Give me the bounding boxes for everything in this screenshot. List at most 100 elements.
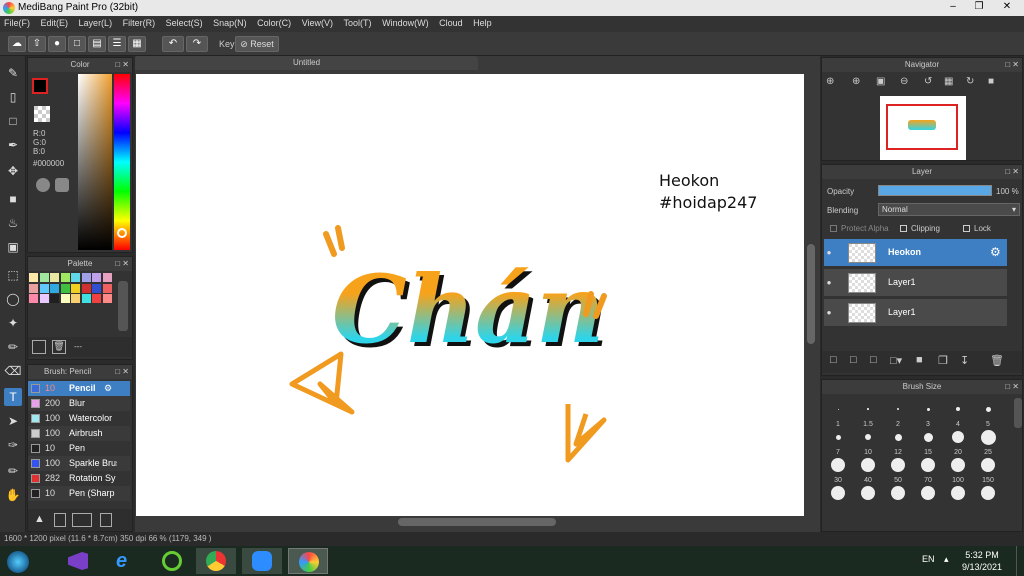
brush-size-option[interactable]: [831, 486, 845, 500]
menu-select[interactable]: Select(S): [162, 16, 207, 30]
merge-layer-icon[interactable]: ↧: [960, 354, 969, 367]
palette-swatch[interactable]: [39, 283, 49, 293]
brush-size-option[interactable]: [867, 408, 869, 410]
brush-size-option[interactable]: [921, 486, 935, 500]
brush-size-option[interactable]: [923, 432, 933, 442]
lock-checkbox[interactable]: [963, 225, 970, 232]
flip-icon[interactable]: ▦: [944, 76, 953, 87]
close-icon[interactable]: □ ✕: [1005, 58, 1019, 72]
palette-swatch[interactable]: [81, 294, 91, 303]
select-eraser-tool-icon[interactable]: ⌫: [4, 362, 22, 380]
menu-view[interactable]: View(V): [298, 16, 337, 30]
brush-size-option[interactable]: [926, 407, 930, 411]
brush-size-option[interactable]: [891, 486, 905, 500]
document-tab[interactable]: Untitled: [135, 56, 478, 70]
menu-snap[interactable]: Snap(N): [209, 16, 251, 30]
close-icon[interactable]: □ ✕: [115, 58, 129, 72]
medibang-taskbar-icon[interactable]: [288, 548, 328, 574]
palette-swatch[interactable]: [29, 283, 38, 293]
gear-icon[interactable]: ⚙: [990, 245, 1001, 259]
menu-layer[interactable]: Layer(L): [75, 16, 117, 30]
gear-icon[interactable]: ⚙: [104, 381, 112, 396]
lasso-tool-icon[interactable]: ◯: [4, 290, 22, 308]
brush-size-option[interactable]: [891, 458, 905, 472]
brush-size-option[interactable]: [985, 406, 991, 412]
navigator-thumbnail[interactable]: [880, 96, 966, 160]
zoom-out-icon[interactable]: ⊖: [900, 76, 908, 87]
palette-swatch[interactable]: [81, 283, 91, 293]
brush-size-option[interactable]: [837, 408, 839, 410]
brush-options-icon[interactable]: [72, 513, 92, 527]
clock[interactable]: 5:32 PM 9/13/2021: [958, 549, 1006, 573]
menu-file[interactable]: File(F): [0, 16, 34, 30]
palette-swatch[interactable]: [39, 294, 49, 303]
shape-tool-icon[interactable]: □: [4, 112, 22, 130]
duplicate-layer-icon[interactable]: ❐: [938, 354, 948, 367]
layer-row[interactable]: ● Layer1: [824, 299, 1007, 327]
undo-button[interactable]: ↶: [162, 36, 184, 52]
trash-icon[interactable]: 🗑: [990, 354, 1004, 367]
palette-swatch[interactable]: [92, 273, 101, 282]
blending-select[interactable]: Normal ▾: [878, 203, 1020, 216]
protect-alpha-checkbox[interactable]: [830, 225, 837, 232]
palette-swatch[interactable]: [92, 294, 101, 303]
palette-swatch[interactable]: [29, 273, 38, 282]
palette-swatch[interactable]: [60, 273, 70, 282]
eye-icon[interactable]: ●: [823, 269, 835, 297]
gradient-tool-icon[interactable]: ▣: [4, 238, 22, 256]
document-canvas[interactable]: Heokon #hoidap247 Chán Chán: [136, 74, 804, 516]
grid-icon[interactable]: ▦: [128, 36, 146, 52]
horizontal-scroll-thumb[interactable]: [398, 518, 556, 526]
menu-edit[interactable]: Edit(E): [37, 16, 73, 30]
brush-list-item[interactable]: 100 Airbrush: [28, 426, 130, 441]
cloud-icon[interactable]: ☁: [8, 36, 26, 52]
move-tool-icon[interactable]: ✥: [4, 162, 22, 180]
palette-swatch[interactable]: [60, 294, 70, 303]
brush-list-item[interactable]: 200 Blur: [28, 396, 130, 411]
new-brush-icon[interactable]: [54, 513, 66, 527]
zoom-app-icon[interactable]: [242, 548, 282, 574]
fit-icon[interactable]: ▣: [876, 76, 885, 87]
brush-size-option[interactable]: [981, 458, 995, 472]
brush-size-option[interactable]: [981, 486, 995, 500]
list-icon[interactable]: ☰: [108, 36, 126, 52]
brush-list-item[interactable]: 100 Sparkle Brus: [28, 456, 130, 471]
palette-swatch[interactable]: [92, 283, 101, 293]
text-tool-icon[interactable]: T: [4, 388, 22, 406]
brush-size-option[interactable]: [921, 458, 935, 472]
minimize-button[interactable]: –: [940, 0, 966, 14]
brush-tool-icon[interactable]: ✎: [4, 64, 22, 82]
menu-cloud[interactable]: Cloud: [435, 16, 467, 30]
brush-size-option[interactable]: [865, 434, 871, 440]
color-settings-icon[interactable]: [55, 178, 69, 192]
reset-button[interactable]: ⊘ Reset: [235, 36, 279, 52]
share-icon[interactable]: ⇧: [28, 36, 46, 52]
add-layer-menu-icon[interactable]: □▾: [890, 354, 902, 367]
maximize-button[interactable]: ❐: [966, 0, 992, 14]
brush-list-item[interactable]: 10 Pencil ⚙: [28, 381, 130, 396]
brush-size-option[interactable]: [894, 433, 902, 441]
hue-slider[interactable]: [114, 74, 130, 250]
brush-size-option[interactable]: [951, 486, 965, 500]
select-pen-tool-icon[interactable]: ✏: [4, 338, 22, 356]
palette-swatch[interactable]: [60, 283, 70, 293]
opacity-slider[interactable]: [878, 185, 992, 196]
brush-list-item[interactable]: 100 Watercolor: [28, 411, 130, 426]
brush-size-option[interactable]: [980, 429, 996, 445]
brush-size-option[interactable]: [897, 408, 899, 410]
palette-swatch[interactable]: [71, 273, 80, 282]
visual-studio-icon[interactable]: [58, 548, 98, 574]
new-palette-icon[interactable]: [32, 340, 46, 354]
pen-tool-icon[interactable]: ✒: [4, 136, 22, 154]
brush-size-option[interactable]: [956, 407, 960, 411]
hand-tool-icon[interactable]: ✋: [4, 486, 22, 504]
comment-icon[interactable]: ●: [48, 36, 66, 52]
select-tool-icon[interactable]: ⬚: [4, 266, 22, 284]
language-indicator[interactable]: EN: [922, 554, 935, 564]
chrome-icon[interactable]: [196, 548, 236, 574]
menu-filter[interactable]: Filter(R): [119, 16, 160, 30]
vertical-scroll-thumb[interactable]: [807, 244, 815, 344]
reset-view-icon[interactable]: ■: [988, 76, 994, 87]
redo-button[interactable]: ↷: [186, 36, 208, 52]
show-desktop-button[interactable]: [1016, 546, 1024, 576]
